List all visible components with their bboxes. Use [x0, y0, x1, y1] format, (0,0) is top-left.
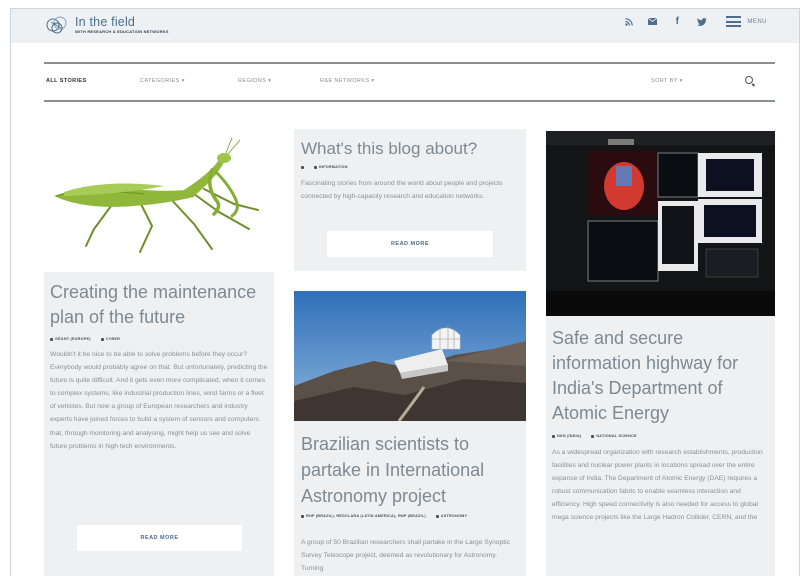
category-tag[interactable]: CYBER: [100, 337, 120, 341]
about-title[interactable]: What's this blog about?: [301, 139, 477, 159]
category-tag[interactable]: NATIONAL SCIENCE: [591, 434, 637, 438]
story-title[interactable]: Brazilian scientists to partake in Inter…: [301, 431, 525, 509]
globe-network-icon: [46, 16, 67, 34]
about-meta: INFORMATION: [301, 165, 348, 169]
region-tag[interactable]: GÉANT (EUROPE): [50, 337, 91, 341]
menu-button[interactable]: MENU: [726, 16, 767, 27]
about-card: What's this blog about? INFORMATION Fasc…: [294, 129, 526, 271]
twitter-icon[interactable]: [697, 17, 708, 26]
region-tag[interactable]: NKN (INDIA): [552, 434, 581, 438]
story-card-astronomy[interactable]: Brazilian scientists to partake in Inter…: [294, 421, 526, 576]
filter-nav: ALL STORIES CATEGORIES ▾ REGIONS ▾ R&E N…: [44, 62, 775, 102]
story-card-maintenance[interactable]: Creating the maintenance plan of the fut…: [44, 272, 274, 576]
story-title[interactable]: Creating the maintenance plan of the fut…: [50, 280, 272, 330]
search-icon[interactable]: [745, 76, 753, 84]
observatory-image[interactable]: [294, 291, 526, 421]
site-header: In the field WITH RESEARCH & EDUCATION N…: [11, 9, 799, 43]
region-tag[interactable]: RNP (BRAZIL), REDCLARA (LATIN AMERICA), …: [301, 514, 426, 518]
information-tag[interactable]: INFORMATION: [314, 165, 348, 169]
email-icon[interactable]: [648, 18, 658, 25]
story-meta: NKN (INDIA) NATIONAL SCIENCE: [552, 434, 637, 438]
rss-icon[interactable]: [625, 17, 634, 26]
story-excerpt: A group of 50 Brazilian researchers shal…: [301, 539, 510, 573]
story-meta: GÉANT (EUROPE) CYBER: [50, 337, 120, 341]
logo-title: In the field: [75, 15, 136, 30]
menu-label: MENU: [747, 18, 767, 25]
nav-categories-dropdown[interactable]: CATEGORIES ▾: [140, 78, 185, 84]
social-links: f MENU: [625, 16, 767, 27]
nav-all-stories[interactable]: ALL STORIES: [46, 78, 87, 84]
story-meta: RNP (BRAZIL), REDCLARA (LATIN AMERICA), …: [301, 514, 519, 518]
category-tag[interactable]: ASTRONOMY: [435, 514, 467, 518]
story-excerpt: As a widespread organization with resear…: [552, 449, 763, 522]
about-excerpt: Fascinating stories from around the worl…: [301, 180, 503, 201]
page-frame: In the field WITH RESEARCH & EDUCATION N…: [10, 8, 800, 576]
read-more-button[interactable]: READ MORE: [77, 525, 242, 551]
story-title[interactable]: Safe and secure information highway for …: [552, 326, 772, 426]
story-card-india[interactable]: Safe and secure information highway for …: [546, 316, 775, 576]
nav-regions-dropdown[interactable]: REGIONS ▾: [238, 78, 271, 84]
control-room-image[interactable]: [546, 131, 775, 316]
nav-sort-by-dropdown[interactable]: SORT BY ▾: [651, 78, 683, 84]
read-more-button[interactable]: READ MORE: [327, 231, 493, 257]
logo-subtitle: WITH RESEARCH & EDUCATION NETWORKS: [75, 28, 169, 34]
facebook-icon[interactable]: f: [672, 16, 682, 27]
mantis-image[interactable]: [44, 134, 274, 272]
story-excerpt: Wouldn't it be nice to be able to solve …: [50, 351, 268, 450]
site-logo[interactable]: In the field WITH RESEARCH & EDUCATION N…: [45, 14, 169, 36]
nav-re-networks-dropdown[interactable]: R&E NETWORKS ▾: [320, 78, 375, 84]
hamburger-icon: [726, 16, 742, 27]
link-icon: [301, 165, 304, 169]
